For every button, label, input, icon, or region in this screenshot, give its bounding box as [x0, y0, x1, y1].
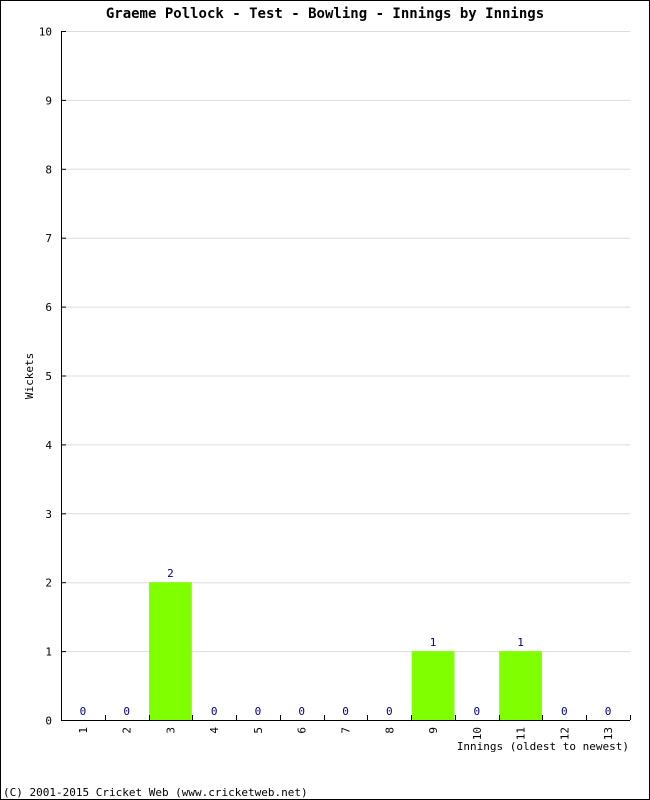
data-label: 0: [473, 705, 480, 718]
y-tick-label: 3: [45, 508, 52, 521]
data-label: 0: [298, 705, 305, 718]
y-tick-label: 4: [45, 439, 52, 452]
data-label: 0: [211, 705, 218, 718]
x-tick-label: 12: [558, 727, 571, 740]
x-tick-label: 1: [77, 727, 90, 734]
data-label: 2: [167, 567, 174, 580]
y-tick-label: 9: [45, 94, 52, 107]
copyright-footer: (C) 2001-2015 Cricket Web (www.cricketwe…: [3, 786, 308, 799]
x-tick-label: 5: [252, 727, 265, 734]
bar: [499, 651, 542, 720]
data-label: 0: [561, 705, 568, 718]
grid-lines: [61, 31, 630, 653]
y-tick-label: 2: [45, 577, 52, 590]
x-tick-label: 6: [296, 727, 309, 734]
x-tick-label: 10: [471, 727, 484, 740]
y-tick-label: 10: [39, 26, 52, 39]
y-tick-label: 5: [45, 370, 52, 383]
data-label: 0: [255, 705, 262, 718]
data-label: 0: [342, 705, 349, 718]
x-tick-label: 7: [340, 727, 353, 734]
y-tick-label: 1: [45, 646, 52, 659]
data-label: 0: [386, 705, 393, 718]
y-tick-label: 0: [45, 715, 52, 728]
data-label: 1: [430, 636, 437, 649]
y-tick-label: 7: [45, 232, 52, 245]
y-axis-label: Wickets: [23, 353, 36, 399]
y-tick-label: 8: [45, 163, 52, 176]
x-tick-label: 4: [208, 727, 221, 734]
data-label: 0: [80, 705, 87, 718]
data-label: 1: [517, 636, 524, 649]
x-tick-label: 11: [515, 727, 528, 740]
bar-chart: Graeme Pollock - Test - Bowling - Inning…: [3, 6, 631, 799]
bar: [411, 651, 455, 720]
x-tick-label: 8: [383, 727, 396, 734]
x-tick-label: 9: [427, 727, 440, 734]
x-tick-label: 3: [164, 727, 177, 734]
y-tick-label: 6: [45, 301, 52, 314]
x-tick-label: 13: [602, 727, 615, 740]
bar: [149, 582, 192, 720]
chart-title: Graeme Pollock - Test - Bowling - Inning…: [106, 6, 544, 22]
x-axis-label: Innings (oldest to newest): [457, 740, 629, 753]
y-axis: 0 1 2 3 4 5 6 7 8 9 10: [39, 26, 66, 728]
x-axis: 1 2 3 4 5 6 7 8 9 10 11 12 13: [61, 715, 631, 740]
data-label: 0: [605, 705, 612, 718]
x-tick-label: 2: [121, 727, 134, 734]
data-label: 0: [123, 705, 130, 718]
